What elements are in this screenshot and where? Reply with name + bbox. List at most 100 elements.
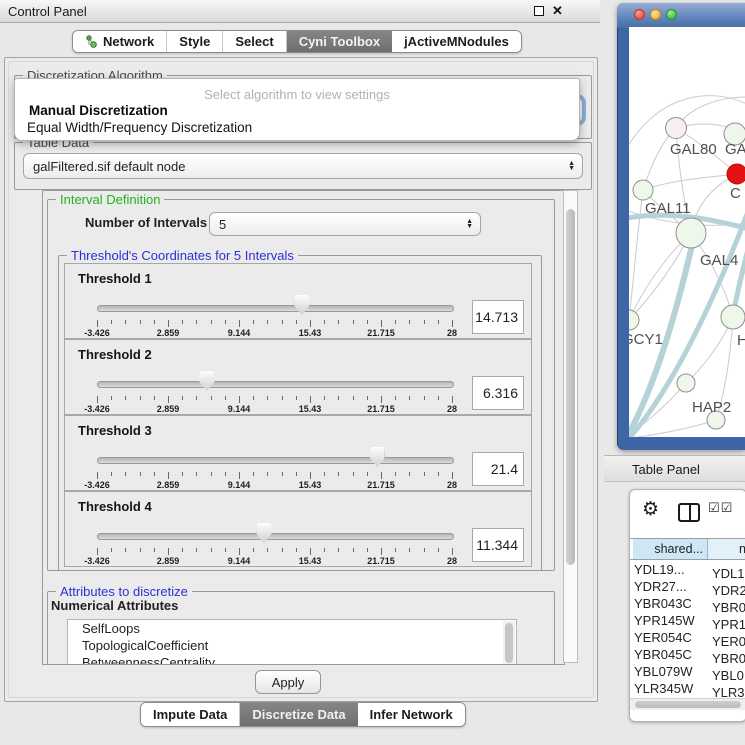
tick-mark xyxy=(239,320,240,327)
tick-label: 28 xyxy=(447,480,457,490)
table-horizontal-scrollbar[interactable] xyxy=(630,698,745,710)
column-header-name[interactable]: n xyxy=(708,539,745,559)
tick-label: -3.426 xyxy=(84,480,110,490)
table-row[interactable]: YDL19...YDL1 xyxy=(630,561,745,578)
tick-label: 9.144 xyxy=(228,404,251,414)
slider-thumb[interactable] xyxy=(256,523,271,543)
tab-label: Cyni Toolbox xyxy=(299,34,380,49)
tick-mark xyxy=(438,320,439,324)
table-row[interactable]: YBL079WYBL0 xyxy=(630,663,745,680)
slider-ticks xyxy=(97,396,452,404)
tab-cyni-toolbox[interactable]: Cyni Toolbox xyxy=(287,31,392,52)
table-row[interactable]: YBR045CYBR0 xyxy=(630,646,745,663)
tab-label: Discretize Data xyxy=(252,707,345,722)
close-light-icon[interactable] xyxy=(634,9,645,20)
network-node-gal80[interactable] xyxy=(666,118,687,139)
network-node-hap2[interactable] xyxy=(677,374,695,392)
tab-impute-data[interactable]: Impute Data xyxy=(141,703,240,726)
tick-mark xyxy=(296,548,297,552)
threshold-value-field[interactable]: 6.316 xyxy=(472,376,524,410)
tick-mark xyxy=(111,472,112,476)
bottom-tabs: Impute Data Discretize Data Infer Networ… xyxy=(140,702,466,727)
tick-mark xyxy=(324,472,325,476)
network-node-gal11[interactable] xyxy=(633,180,653,200)
tick-mark xyxy=(168,548,169,555)
tick-mark xyxy=(154,472,155,476)
column-header-shared-name[interactable]: shared... xyxy=(633,539,708,559)
node-label-gal80: GAL80 xyxy=(670,141,717,158)
scrollbar-thumb[interactable] xyxy=(505,623,513,663)
tick-mark xyxy=(310,320,311,327)
tab-infer-network[interactable]: Infer Network xyxy=(358,703,465,726)
network-graph: GAL80 GA C GAL11 GAL4 GCY1 H HAP2 xyxy=(629,27,745,437)
slider-thumb[interactable] xyxy=(370,447,385,467)
threshold-label: Threshold 4 xyxy=(78,499,152,514)
tab-discretize-data[interactable]: Discretize Data xyxy=(240,703,357,726)
tick-mark xyxy=(353,396,354,400)
tick-label: 28 xyxy=(447,328,457,338)
tick-mark xyxy=(196,396,197,400)
list-item-betweennesscentrality[interactable]: BetweennessCentrality xyxy=(68,654,516,665)
tick-mark xyxy=(438,472,439,476)
table-row[interactable]: YBR043CYBR0 xyxy=(630,595,745,612)
slider-thumb[interactable] xyxy=(294,295,309,315)
tick-mark xyxy=(381,472,382,479)
tick-mark xyxy=(452,548,453,555)
dropdown-option-manual-discretization[interactable]: Manual Discretization xyxy=(29,103,168,118)
tab-style[interactable]: Style xyxy=(167,31,223,52)
list-item-selfloops[interactable]: SelfLoops xyxy=(68,620,516,637)
tick-mark xyxy=(267,396,268,400)
tick-mark xyxy=(182,472,183,476)
number-of-intervals-combobox[interactable]: 5 ▲▼ xyxy=(209,212,481,236)
list-item-topologicalcoefficient[interactable]: TopologicalCoefficient xyxy=(68,637,516,654)
tick-mark xyxy=(367,548,368,552)
tab-select[interactable]: Select xyxy=(223,31,286,52)
slider-ticks xyxy=(97,548,452,556)
close-icon[interactable]: ✕ xyxy=(552,3,563,19)
float-window-icon[interactable] xyxy=(534,6,544,16)
thresholds-group-title: Threshold's Coordinates for 5 Intervals xyxy=(67,249,298,262)
threshold-value-field[interactable]: 11.344 xyxy=(472,528,524,562)
numerical-attributes-list[interactable]: SelfLoops TopologicalCoefficient Between… xyxy=(67,619,517,665)
network-node[interactable] xyxy=(721,305,745,329)
tick-label: 9.144 xyxy=(228,328,251,338)
network-node-gcy1[interactable] xyxy=(629,310,639,330)
network-node-selected-red[interactable] xyxy=(727,164,745,184)
table-row[interactable]: YER054CYER0 xyxy=(630,629,745,646)
table-row[interactable]: YPR145WYPR1 xyxy=(630,612,745,629)
columns-icon[interactable] xyxy=(678,503,700,522)
table-row[interactable]: YLR345WYLR3 xyxy=(630,680,745,697)
cell: YER054C xyxy=(630,629,712,646)
scrollbar-thumb[interactable] xyxy=(566,209,575,565)
network-window-titlebar[interactable] xyxy=(617,3,745,28)
select-columns-checkboxes-icon[interactable]: ☑☑ xyxy=(708,501,733,516)
network-canvas[interactable]: GAL80 GA C GAL11 GAL4 GCY1 H HAP2 xyxy=(629,27,745,437)
minimize-light-icon[interactable] xyxy=(650,9,661,20)
apply-button[interactable]: Apply xyxy=(255,670,321,694)
network-node-gal4[interactable] xyxy=(676,218,706,248)
number-of-intervals-label: Number of Intervals xyxy=(85,215,207,230)
tab-jactivemnodules[interactable]: jActiveMNodules xyxy=(392,31,521,52)
tick-mark xyxy=(97,396,98,403)
zoom-light-icon[interactable] xyxy=(666,9,677,20)
scrollbar-thumb[interactable] xyxy=(635,701,741,708)
slider-thumb[interactable] xyxy=(200,371,215,391)
list-scrollbar[interactable] xyxy=(503,621,515,665)
table-data-combobox[interactable]: galFiltered.sif default node ▲▼ xyxy=(23,153,583,179)
spinner-arrows-icon: ▲▼ xyxy=(466,219,480,229)
tick-mark xyxy=(125,396,126,400)
gear-icon[interactable]: ⚙ xyxy=(642,498,659,520)
tick-mark xyxy=(310,472,311,479)
tick-mark xyxy=(395,548,396,552)
tick-mark xyxy=(338,472,339,476)
tick-label: 28 xyxy=(447,556,457,566)
tick-mark xyxy=(395,320,396,324)
threshold-value-field[interactable]: 14.713 xyxy=(472,300,524,334)
tick-mark xyxy=(225,472,226,476)
threshold-row-2: Threshold 2 -3.4262.8599.14415.4321.7152… xyxy=(64,339,532,415)
dropdown-option-equal-width-frequency[interactable]: Equal Width/Frequency Discretization xyxy=(27,120,252,135)
settings-vertical-scrollbar[interactable] xyxy=(563,190,578,663)
table-row[interactable]: YDR27...YDR2 xyxy=(630,578,745,595)
tab-network[interactable]: Network xyxy=(73,31,167,52)
threshold-value-field[interactable]: 21.4 xyxy=(472,452,524,486)
